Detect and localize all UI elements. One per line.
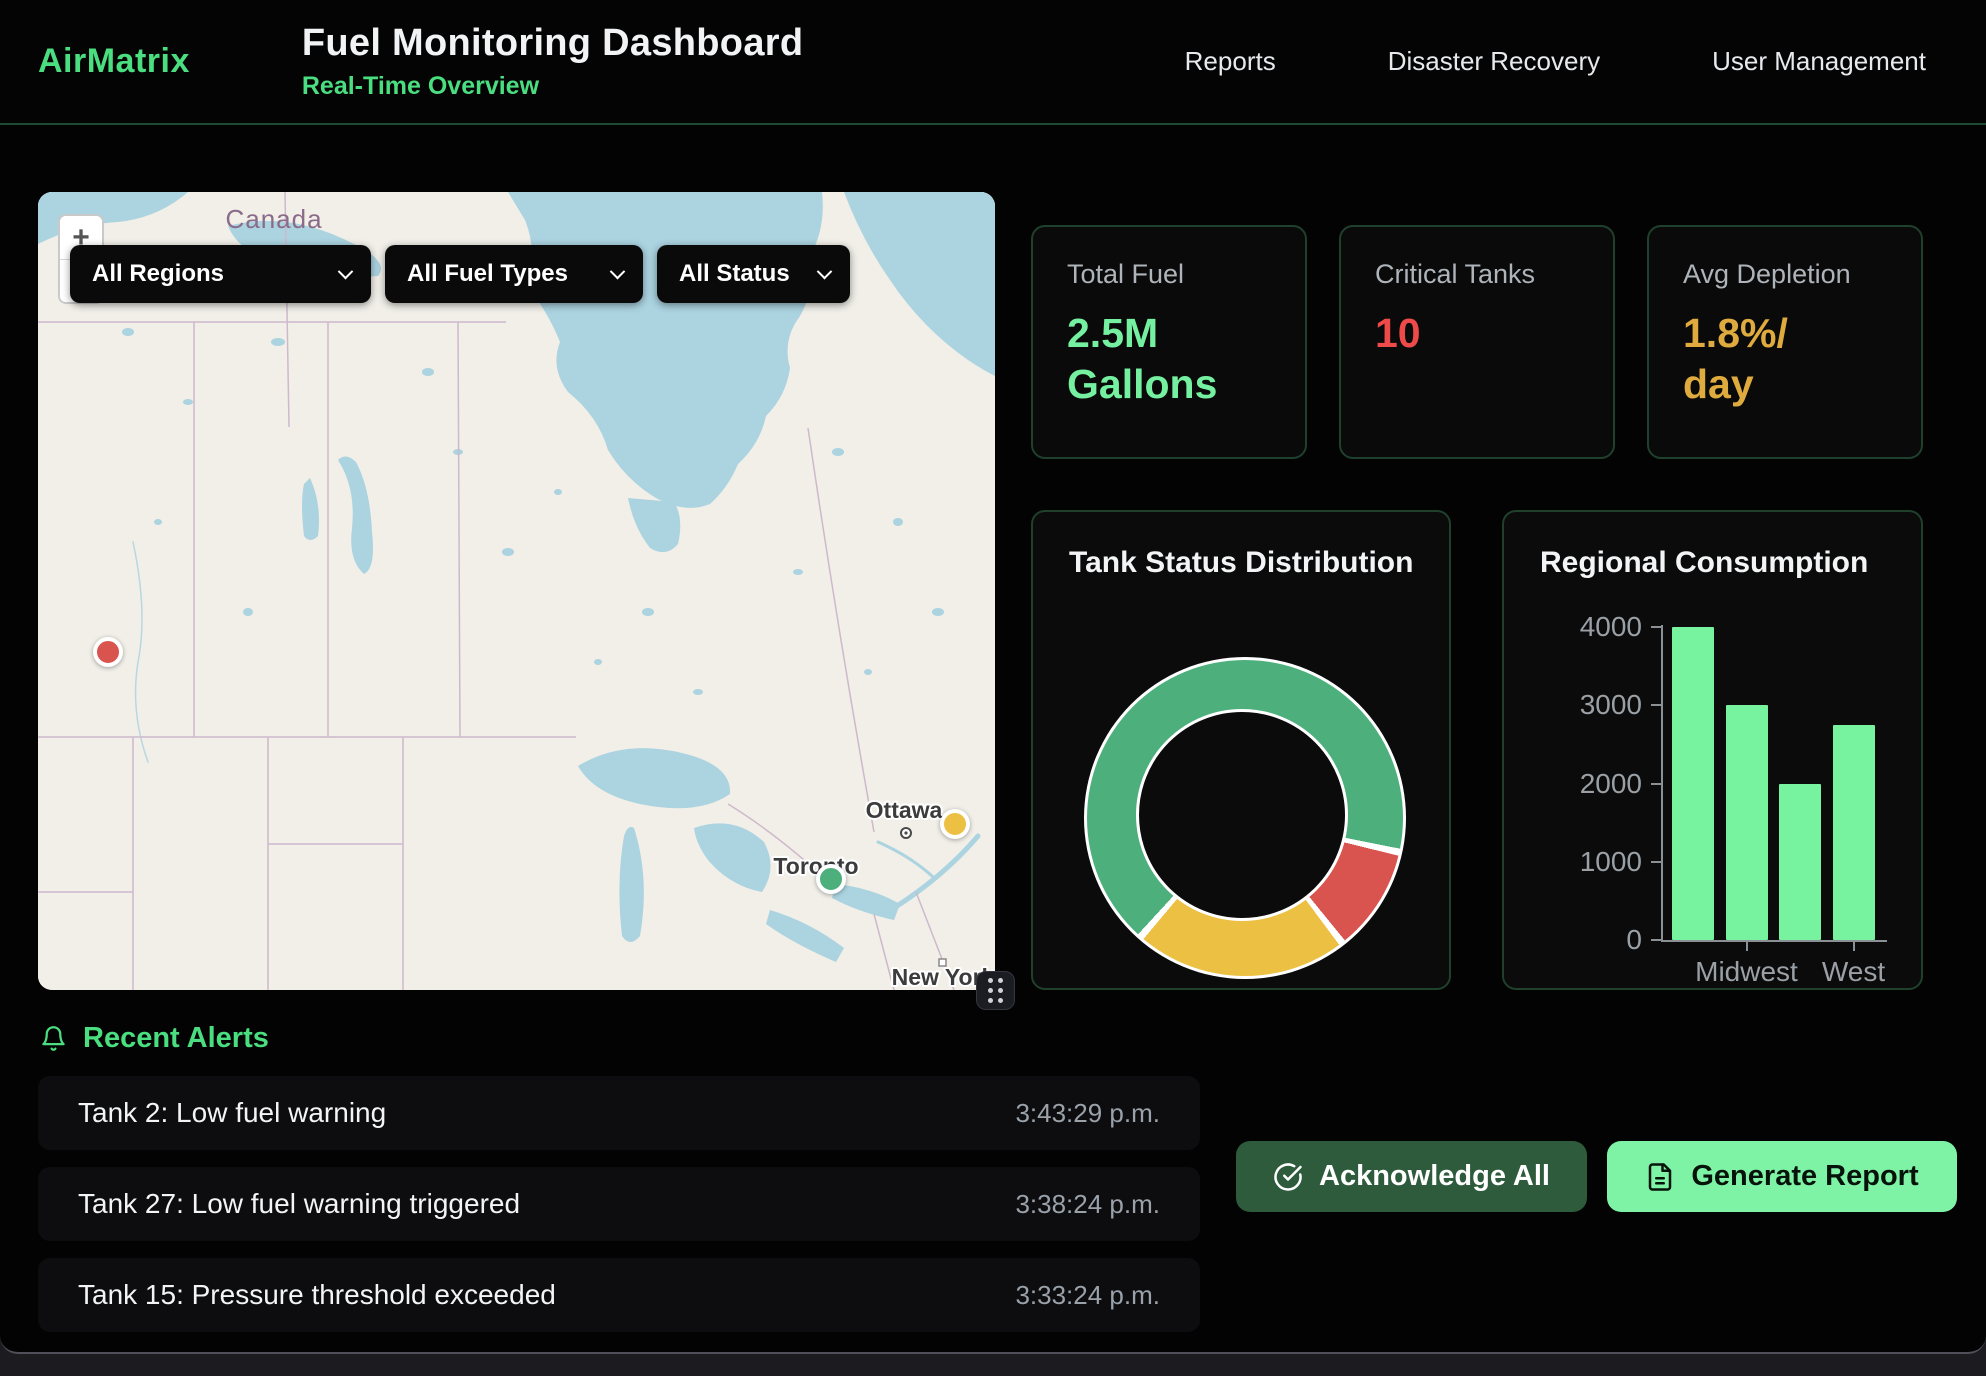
stat-card-avg-depletion: Avg Depletion 1.8%/ day [1647,225,1923,459]
y-tick-mark [1651,939,1661,941]
map-panel[interactable]: Canada Ottawa Toronto New York + − All R… [38,192,995,990]
title-block: Fuel Monitoring Dashboard Real-Time Over… [302,22,803,101]
main-nav: Reports Disaster Recovery User Managemen… [1185,46,1926,77]
map-resize-handle[interactable] [976,971,1015,1010]
stat-card-total-fuel: Total Fuel 2.5M Gallons [1031,225,1307,459]
acknowledge-all-label: Acknowledge All [1319,1160,1550,1193]
file-text-icon [1645,1162,1675,1192]
alert-row: Tank 15: Pressure threshold exceeded 3:3… [38,1258,1200,1332]
y-tick-mark [1651,783,1661,785]
y-tick-mark [1651,861,1661,863]
alert-message: Tank 27: Low fuel warning triggered [78,1188,520,1220]
alert-actions: Acknowledge All Generate Report [1236,1141,1957,1212]
recent-alerts-title: Recent Alerts [83,1022,269,1055]
card-title: Tank Status Distribution [1069,546,1413,580]
nav-item-reports[interactable]: Reports [1185,46,1276,77]
x-tick-mark [1746,942,1748,951]
donut-hole [1136,709,1348,921]
filter-status-value: All Status [679,260,790,288]
nav-item-user-management[interactable]: User Management [1712,46,1926,77]
tank-status-card: Tank Status Distribution [1031,510,1451,990]
ottawa-capital-dot-icon [904,831,907,834]
stat-value: 10 [1375,308,1579,359]
recent-alerts-heading: Recent Alerts [40,1022,269,1055]
nav-item-disaster-recovery[interactable]: Disaster Recovery [1388,46,1600,77]
bar [1672,627,1714,940]
stat-label: Critical Tanks [1375,259,1579,290]
x-tick-label: West [1774,956,1934,988]
stats-row: Total Fuel 2.5M Gallons Critical Tanks 1… [1031,225,1923,459]
tank-status-donut-chart [1084,657,1406,979]
filter-fuel-types-select[interactable]: All Fuel Types [385,245,643,303]
alert-row: Tank 27: Low fuel warning triggered 3:38… [38,1167,1200,1241]
map-label-ottawa: Ottawa [866,797,943,823]
y-tick-label: 4000 [1504,611,1642,643]
brand-logo: AirMatrix [38,42,190,81]
stat-label: Avg Depletion [1683,259,1887,290]
regional-consumption-bar-chart: 01000200030004000MidwestWest [1504,512,1921,988]
alert-time: 3:43:29 p.m. [1015,1098,1160,1129]
map-canvas: Canada Ottawa Toronto New York [38,192,995,990]
charts-row: Tank Status Distribution Regional Consum… [1031,510,1923,990]
stat-label: Total Fuel [1067,259,1271,290]
y-tick-label: 0 [1504,924,1642,956]
page-title: Fuel Monitoring Dashboard [302,22,803,65]
stat-value: 1.8%/ day [1683,308,1887,411]
y-tick-label: 3000 [1504,689,1642,721]
screen: AirMatrix Fuel Monitoring Dashboard Real… [0,0,1986,1376]
bar [1833,725,1875,940]
acknowledge-all-button[interactable]: Acknowledge All [1236,1141,1587,1212]
stat-card-critical-tanks: Critical Tanks 10 [1339,225,1615,459]
alert-time: 3:38:24 p.m. [1015,1189,1160,1220]
alert-time: 3:33:24 p.m. [1015,1280,1160,1311]
y-tick-mark [1651,704,1661,706]
alert-row: Tank 2: Low fuel warning 3:43:29 p.m. [38,1076,1200,1150]
filter-fuel-types-value: All Fuel Types [407,260,568,288]
map-marker-critical[interactable] [93,637,123,667]
chevron-down-icon [338,263,354,279]
map-label-canada: Canada [225,204,322,234]
map-filters: All Regions All Fuel Types All Status [70,245,850,303]
x-tick-mark [1853,942,1855,951]
bar [1779,784,1821,941]
chevron-down-icon [817,263,833,279]
y-tick-mark [1651,626,1661,628]
map-marker-normal[interactable] [816,864,846,894]
filter-status-select[interactable]: All Status [657,245,850,303]
filter-regions-select[interactable]: All Regions [70,245,371,303]
generate-report-label: Generate Report [1691,1160,1918,1193]
bar [1726,705,1768,940]
generate-report-button[interactable]: Generate Report [1607,1141,1957,1212]
y-tick-label: 2000 [1504,768,1642,800]
bar-plot-area [1663,627,1877,940]
regional-consumption-card: Regional Consumption 01000200030004000Mi… [1502,510,1923,990]
app-window: AirMatrix Fuel Monitoring Dashboard Real… [0,0,1986,1354]
chevron-down-icon [610,263,626,279]
alert-message: Tank 2: Low fuel warning [78,1097,386,1129]
map-marker-warning[interactable] [940,809,970,839]
y-tick-label: 1000 [1504,846,1642,878]
check-circle-icon [1273,1162,1303,1192]
header: AirMatrix Fuel Monitoring Dashboard Real… [0,0,1986,125]
stat-value: 2.5M Gallons [1067,308,1271,411]
alerts-list: Tank 2: Low fuel warning 3:43:29 p.m. Ta… [38,1076,1200,1349]
alert-message: Tank 15: Pressure threshold exceeded [78,1279,556,1311]
filter-regions-value: All Regions [92,260,224,288]
bell-icon [40,1024,67,1053]
page-subtitle: Real-Time Overview [302,72,803,101]
